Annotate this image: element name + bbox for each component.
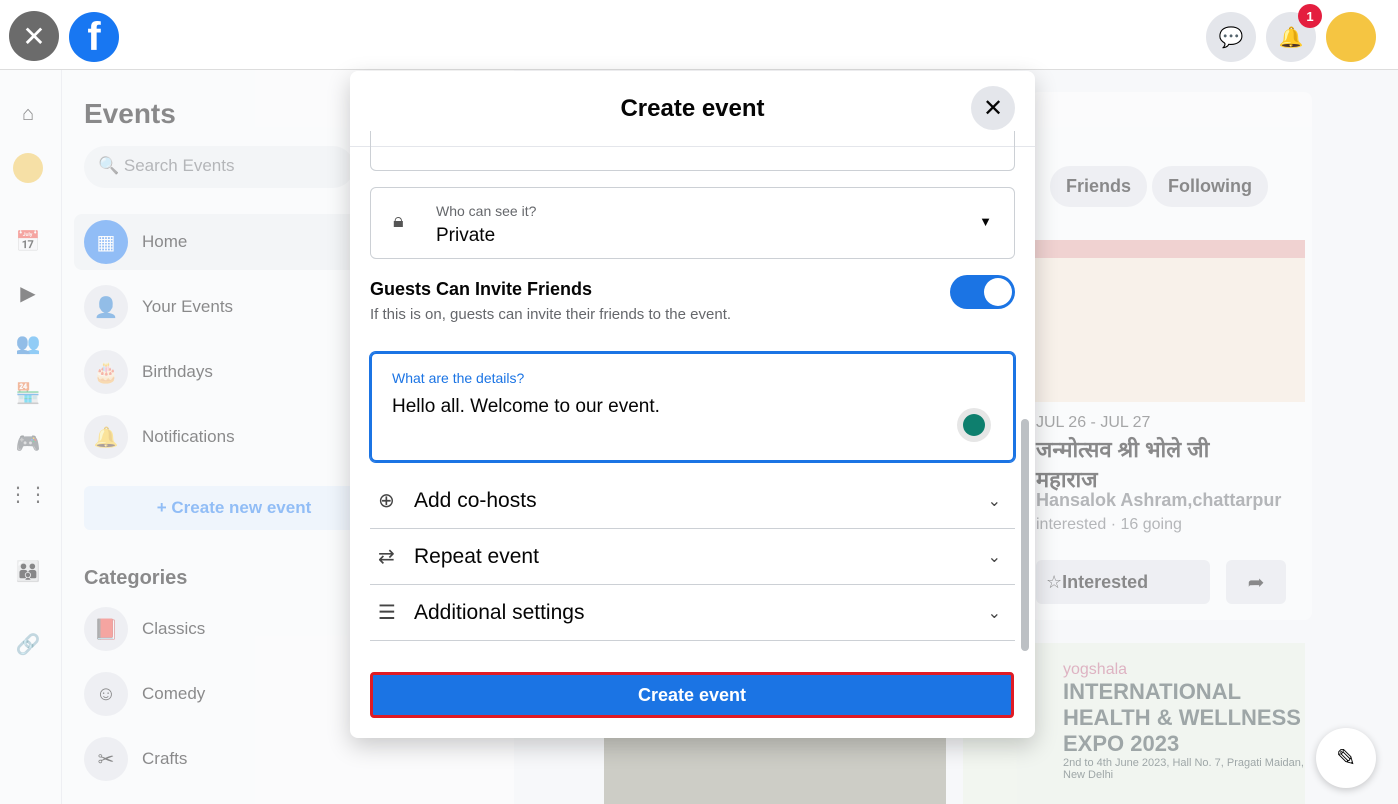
add-co-hosts-row[interactable]: ⊕ Add co-hosts ⌄ (370, 473, 1015, 529)
sidebar-item-label: Notifications (142, 427, 235, 446)
event2-brand: yogshala (1063, 661, 1128, 678)
event-card-3[interactable] (604, 738, 946, 804)
create-event-dialog: Create event ✕ 🔒︎ Who can see it? Privat… (350, 71, 1035, 738)
friends-icon[interactable]: 👥 (12, 327, 44, 359)
list-icon: ☰ (378, 602, 396, 624)
event2-dates: 2nd to 4th June 2023, Hall No. 7, Pragat… (1063, 757, 1304, 781)
share-button[interactable]: ➦ (1226, 560, 1286, 604)
privacy-select[interactable]: 🔒︎ Who can see it? Private ▼ (370, 187, 1015, 259)
notification-badge: 1 (1298, 4, 1322, 28)
sidebar-item-notifications[interactable]: 🔔 Notifications (74, 409, 374, 465)
groups-icon[interactable]: 👪 (12, 555, 44, 587)
event-location: Hansalok Ashram,chattarpur (1036, 490, 1282, 510)
profile-icon[interactable] (12, 152, 44, 184)
category-label: Classics (142, 619, 206, 638)
calendar-icon: ▦ (84, 220, 128, 264)
event-image (1030, 240, 1305, 402)
create-new-event-button[interactable]: + Create new event (84, 486, 384, 530)
events-icon[interactable]: 📅 (12, 225, 44, 257)
dialog-title: Create event (620, 94, 765, 122)
scrollbar[interactable] (1021, 419, 1029, 651)
tab-following[interactable]: Following (1152, 166, 1268, 207)
grammar-assistant-icon[interactable] (957, 408, 991, 442)
event-title: जन्मोत्सव श्री भोले जी महाराज (1036, 437, 1210, 492)
sidebar-item-your-events[interactable]: 👤 Your Events (74, 279, 374, 335)
close-dialog-button[interactable]: ✕ (971, 86, 1015, 130)
smile-icon: ☺ (84, 672, 128, 716)
event-stats: interested · 16 going (1036, 516, 1182, 533)
close-button[interactable]: ✕ (9, 11, 59, 61)
row-label: Add co-hosts (414, 488, 537, 512)
category-crafts[interactable]: ✂ Crafts (74, 731, 374, 787)
sidebar-item-label: Birthdays (142, 362, 213, 381)
scissors-icon: ✂ (84, 737, 128, 781)
bell-icon: 🔔 (84, 415, 128, 459)
category-comedy[interactable]: ☺ Comedy (74, 666, 374, 722)
search-placeholder: Search Events (123, 156, 235, 175)
lock-icon: 🔒︎ (393, 210, 404, 232)
sidebar-item-label: Your Events (142, 297, 234, 316)
category-label: Comedy (142, 684, 206, 703)
privacy-label: Who can see it? (436, 203, 537, 219)
interested-label: Interested (1062, 571, 1149, 592)
interested-button[interactable]: ☆ Interested (1036, 560, 1210, 604)
avatar[interactable] (1326, 12, 1376, 62)
chevron-down-icon: ⌄ (987, 492, 1001, 510)
additional-settings-row[interactable]: ☰ Additional settings ⌄ (370, 585, 1015, 641)
link-icon[interactable]: 🔗 (12, 628, 44, 660)
home-icon[interactable]: ⌂ (12, 98, 44, 130)
row-label: Repeat event (414, 544, 539, 568)
marketplace-icon[interactable]: 🏪 (12, 377, 44, 409)
event2-title: INTERNATIONAL HEALTH & WELLNESS EXPO 202… (1063, 679, 1301, 756)
gaming-icon[interactable]: 🎮 (12, 427, 44, 459)
cake-icon: 🎂 (84, 350, 128, 394)
repeat-event-row[interactable]: ⇄ Repeat event ⌄ (370, 529, 1015, 585)
compose-button[interactable]: ✎ (1316, 728, 1376, 788)
chevron-down-icon: ⌄ (987, 548, 1001, 566)
book-icon: 📕 (84, 607, 128, 651)
event-date: JUL 26 - JUL 27 (1036, 414, 1151, 431)
row-label: Additional settings (414, 600, 585, 624)
watch-icon[interactable]: ▶ (12, 277, 44, 309)
guests-invite-title: Guests Can Invite Friends (370, 279, 593, 299)
privacy-value: Private (436, 225, 496, 246)
chevron-down-icon: ⌄ (987, 604, 1001, 622)
categories-title: Categories (84, 567, 188, 589)
sidebar-item-home[interactable]: ▦ Home (74, 214, 374, 270)
details-textarea[interactable]: What are the details? Hello all. Welcome… (370, 352, 1015, 462)
guests-invite-toggle[interactable] (950, 275, 1015, 309)
top-bar: ✕ f 💬 🔔 1 (0, 0, 1398, 70)
sidebar-item-birthdays[interactable]: 🎂 Birthdays (74, 344, 374, 400)
messenger-button[interactable]: 💬 (1206, 12, 1256, 62)
sidebar-title: Events (84, 98, 176, 129)
tab-friends[interactable]: Friends (1050, 166, 1148, 207)
create-event-button[interactable]: Create event (370, 672, 1014, 718)
sidebar-item-label: Home (142, 232, 188, 251)
event-card[interactable]: Friends Following JUL 26 - JUL 27 जन्मोत… (1030, 92, 1312, 620)
icon-rail: ⌂ 📅 ▶ 👥 🏪 🎮 ⋮⋮ 👪 🔗 (0, 70, 62, 804)
plus-circle-icon: ⊕ (378, 490, 395, 512)
person-icon: 👤 (84, 285, 128, 329)
category-classics[interactable]: 📕 Classics (74, 601, 374, 657)
details-label: What are the details? (392, 370, 525, 386)
facebook-logo[interactable]: f (69, 12, 119, 62)
previous-field[interactable] (370, 131, 1015, 171)
repeat-icon: ⇄ (378, 546, 395, 568)
caret-down-icon: ▼ (979, 214, 992, 229)
category-label: Crafts (142, 749, 188, 768)
search-input[interactable]: 🔍 Search Events (84, 146, 354, 188)
guests-invite-desc: If this is on, guests can invite their f… (370, 306, 732, 323)
menu-grid-icon[interactable]: ⋮⋮ (8, 478, 48, 510)
details-value: Hello all. Welcome to our event. (392, 396, 660, 417)
